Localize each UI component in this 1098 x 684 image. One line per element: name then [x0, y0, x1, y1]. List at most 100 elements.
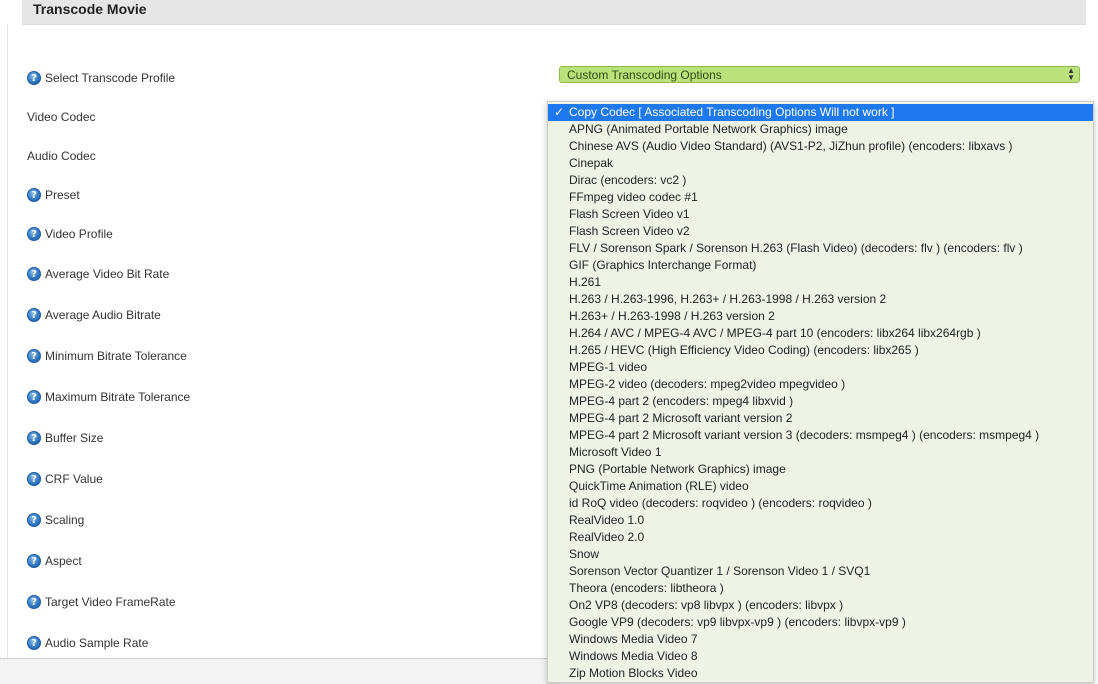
codec-option[interactable]: RealVideo 2.0 [548, 529, 1093, 546]
codec-option[interactable]: GIF (Graphics Interchange Format) [548, 257, 1093, 274]
codec-option[interactable]: Sorenson Vector Quantizer 1 / Sorenson V… [548, 563, 1093, 580]
codec-option[interactable]: H.261 [548, 274, 1093, 291]
codec-option[interactable]: On2 VP8 (decoders: vp8 libvpx ) (encoder… [548, 597, 1093, 614]
form-row: ? Preset [27, 186, 80, 204]
codec-option[interactable]: Cinepak [548, 155, 1093, 172]
codec-option-label: H.264 / AVC / MPEG-4 AVC / MPEG-4 part 1… [569, 326, 981, 340]
codec-option[interactable]: MPEG-1 video [548, 359, 1093, 376]
codec-option[interactable]: MPEG-4 part 2 (encoders: mpeg4 libxvid ) [548, 393, 1093, 410]
help-icon[interactable]: ? [27, 390, 41, 404]
form-row-label: Average Audio Bitrate [45, 308, 161, 322]
codec-option-label: Cinepak [569, 156, 614, 170]
page-title: Transcode Movie [33, 1, 147, 17]
codec-option-label: PNG (Portable Network Graphics) image [569, 462, 786, 476]
codec-option-label: RealVideo 2.0 [569, 530, 645, 544]
form-row-label: Audio Codec [27, 149, 96, 163]
codec-option-label: Chinese AVS (Audio Video Standard) (AVS1… [569, 139, 1013, 153]
codec-option[interactable]: APNG (Animated Portable Network Graphics… [548, 121, 1093, 138]
codec-option[interactable]: MPEG-2 video (decoders: mpeg2video mpegv… [548, 376, 1093, 393]
form-row-label: Average Video Bit Rate [45, 267, 170, 281]
help-icon[interactable]: ? [27, 267, 41, 281]
transcode-profile-select[interactable]: Custom Transcoding Options ▲ ▼ [559, 66, 1080, 83]
codec-option[interactable]: H.263 / H.263-1996, H.263+ / H.263-1998 … [548, 291, 1093, 308]
codec-option[interactable]: Windows Media Video 8 [548, 648, 1093, 665]
help-icon[interactable]: ? [27, 595, 41, 609]
help-icon[interactable]: ? [27, 188, 41, 202]
codec-option-label: H.263 / H.263-1996, H.263+ / H.263-1998 … [569, 292, 887, 306]
transcode-page: Transcode Movie ? Select Transcode Profil… [0, 0, 1098, 684]
codec-option-label: Windows Media Video 7 [569, 632, 698, 646]
codec-option[interactable]: H.264 / AVC / MPEG-4 AVC / MPEG-4 part 1… [548, 325, 1093, 342]
codec-option[interactable]: Theora (encoders: libtheora ) [548, 580, 1093, 597]
codec-option[interactable]: PNG (Portable Network Graphics) image [548, 461, 1093, 478]
codec-option[interactable]: Google VP9 (decoders: vp9 libvpx-vp9 ) (… [548, 614, 1093, 631]
codec-option-label: GIF (Graphics Interchange Format) [569, 258, 757, 272]
help-icon[interactable]: ? [27, 554, 41, 568]
form-row: ? Scaling [27, 511, 84, 529]
help-icon[interactable]: ? [27, 227, 41, 241]
help-icon[interactable]: ? [27, 636, 41, 650]
checkmark-icon: ✓ [554, 105, 565, 119]
form-row: ? Audio Sample Rate [27, 634, 148, 652]
video-codec-dropdown[interactable]: ✓ Copy Codec [ Associated Transcoding Opt… [547, 101, 1094, 683]
codec-option[interactable]: MPEG-4 part 2 Microsoft variant version … [548, 427, 1093, 444]
codec-option-label: APNG (Animated Portable Network Graphics… [569, 122, 848, 136]
codec-option-label: Microsoft Video 1 [569, 445, 662, 459]
codec-option[interactable]: Windows Media Video 7 [548, 631, 1093, 648]
help-icon[interactable]: ? [27, 71, 41, 85]
codec-option-label: On2 VP8 (decoders: vp8 libvpx ) (encoder… [569, 598, 844, 612]
form-row-label: Audio Sample Rate [45, 636, 149, 650]
form-row: Video Codec [27, 108, 96, 126]
codec-option[interactable]: FLV / Sorenson Spark / Sorenson H.263 (F… [548, 240, 1093, 257]
codec-option-label: Flash Screen Video v1 [569, 207, 690, 221]
codec-option[interactable]: Microsoft Video 1 [548, 444, 1093, 461]
help-icon[interactable]: ? [27, 472, 41, 486]
help-icon[interactable]: ? [27, 308, 41, 322]
codec-option-label: Windows Media Video 8 [569, 649, 698, 663]
codec-option-label: MPEG-4 part 2 (encoders: mpeg4 libxvid ) [569, 394, 794, 408]
codec-option-label: H.265 / HEVC (High Efficiency Video Codi… [569, 343, 919, 357]
help-icon[interactable]: ? [27, 431, 41, 445]
form-row-label: Target Video FrameRate [45, 595, 176, 609]
panel-border [7, 24, 8, 658]
codec-option[interactable]: Flash Screen Video v1 [548, 206, 1093, 223]
codec-option[interactable]: H.265 / HEVC (High Efficiency Video Codi… [548, 342, 1093, 359]
form-row: ? Select Transcode Profile [27, 69, 175, 87]
help-icon[interactable]: ? [27, 513, 41, 527]
form-row: ? CRF Value [27, 470, 103, 488]
codec-option-label: Theora (encoders: libtheora ) [569, 581, 724, 595]
codec-option-label: MPEG-4 part 2 Microsoft variant version … [569, 411, 793, 425]
form-row-label: CRF Value [45, 472, 103, 486]
form-row-label: Maximum Bitrate Tolerance [45, 390, 191, 404]
form-row-label: Buffer Size [45, 431, 104, 445]
codec-option[interactable]: Snow [548, 546, 1093, 563]
codec-option[interactable]: Flash Screen Video v2 [548, 223, 1093, 240]
form-row: ? Average Video Bit Rate [27, 265, 169, 283]
codec-option-label: QuickTime Animation (RLE) video [569, 479, 749, 493]
codec-option[interactable]: Chinese AVS (Audio Video Standard) (AVS1… [548, 138, 1093, 155]
form-row: ? Average Audio Bitrate [27, 306, 161, 324]
codec-option[interactable]: Dirac (encoders: vc2 ) [548, 172, 1093, 189]
codec-option-label: Dirac (encoders: vc2 ) [569, 173, 687, 187]
form-row: ? Target Video FrameRate [27, 593, 176, 611]
form-row: ? Maximum Bitrate Tolerance [27, 388, 190, 406]
form-row-label: Scaling [45, 513, 85, 527]
codec-option[interactable]: MPEG-4 part 2 Microsoft variant version … [548, 410, 1093, 427]
codec-option[interactable]: FFmpeg video codec #1 [548, 189, 1093, 206]
form-row-label: Video Profile [45, 227, 113, 241]
transcode-profile-value: Custom Transcoding Options [567, 68, 722, 82]
panel-footer [0, 658, 560, 684]
help-icon[interactable]: ? [27, 349, 41, 363]
codec-option[interactable]: Zip Motion Blocks Video [548, 665, 1093, 682]
codec-option-label: MPEG-2 video (decoders: mpeg2video mpegv… [569, 377, 846, 391]
codec-option[interactable]: RealVideo 1.0 [548, 512, 1093, 529]
codec-option-label: Snow [569, 547, 600, 561]
codec-option-label: MPEG-1 video [569, 360, 648, 374]
codec-option[interactable]: H.263+ / H.263-1998 / H.263 version 2 [548, 308, 1093, 325]
form-row-label: Minimum Bitrate Tolerance [45, 349, 187, 363]
codec-option[interactable]: id RoQ video (decoders: roqvideo ) (enco… [548, 495, 1093, 512]
form-row: ? Minimum Bitrate Tolerance [27, 347, 187, 365]
codec-option[interactable]: QuickTime Animation (RLE) video [548, 478, 1093, 495]
codec-option-selected[interactable]: ✓ Copy Codec [ Associated Transcoding Opt… [548, 104, 1093, 121]
form-row-label: Aspect [45, 554, 82, 568]
